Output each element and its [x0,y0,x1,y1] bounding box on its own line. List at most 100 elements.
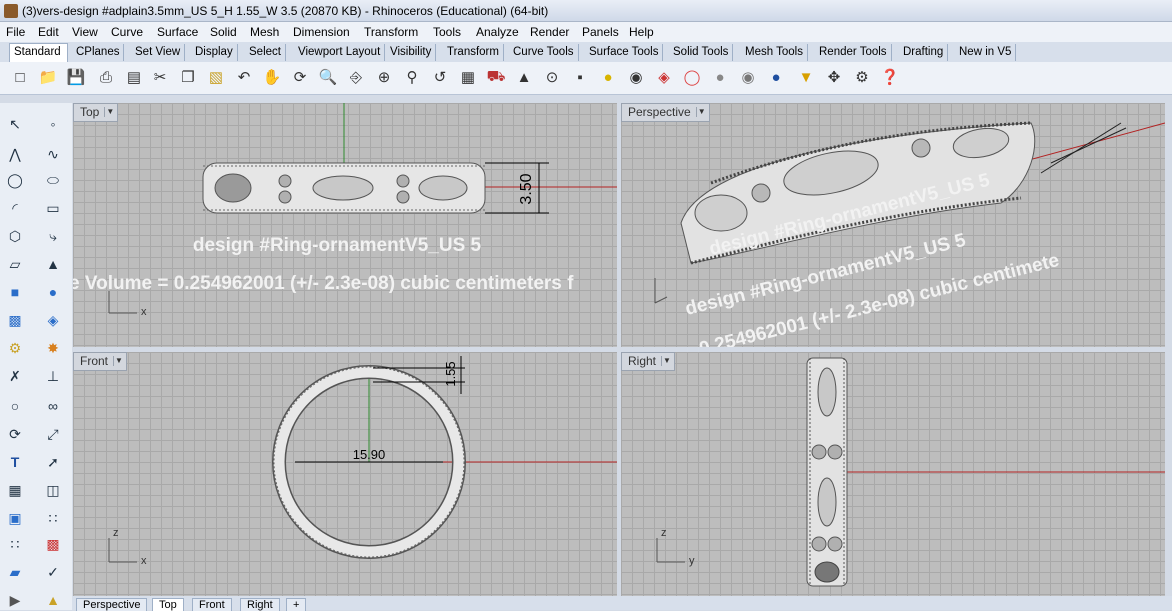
tab-transform[interactable]: Transform [443,44,504,61]
viewport-perspective[interactable]: Perspective ▼ design #Ring-ornamentV5_US … [621,103,1165,347]
zoom-selected-icon[interactable]: ⚲ [402,67,422,87]
menu-tools[interactable]: Tools [433,25,461,39]
mirror-icon[interactable]: ◫ [42,479,64,501]
fillet-curve-icon[interactable]: ⤷ [42,225,64,247]
mesh-plane-icon[interactable]: ◈ [42,309,64,331]
scale-icon[interactable]: ⤢ [42,423,64,445]
properties-icon[interactable]: ▤ [124,67,144,87]
grid-snap-icon[interactable]: ▪ [570,67,590,87]
cplane-icon[interactable]: ▲ [514,67,534,87]
tab-set-view[interactable]: Set View [131,44,186,61]
point-icon[interactable]: ◦ [42,113,64,135]
copy-icon[interactable]: ❐ [178,67,198,87]
paste-format-icon[interactable]: ▶ [4,589,26,611]
boolean-icon[interactable]: ⚙ [4,337,26,359]
tab-new-in-v5[interactable]: New in V5 [955,44,1017,61]
undo-icon[interactable]: ↶ [234,67,254,87]
viewport-top[interactable]: Top ▼ 3.50 design #Ring-ornamentV5_US 5 e… [73,103,617,347]
check-icon[interactable]: ✓ [42,561,64,583]
cut-icon[interactable]: ✂ [150,67,170,87]
viewport-right[interactable]: Right ▼ z y [621,352,1165,596]
viewport-perspective-label[interactable]: Perspective ▼ [621,103,710,122]
render-preview-icon[interactable]: ◉ [738,67,758,87]
surface-corner-icon[interactable]: ▱ [4,253,26,275]
tab-cplanes[interactable]: CPlanes [72,44,125,61]
text-icon[interactable]: T [4,451,26,473]
lock-icon[interactable]: ◉ [626,67,646,87]
open-folder-icon[interactable]: 📁 [38,67,58,87]
add-viewport-tab-button[interactable]: + [286,598,307,611]
tab-curve-tools[interactable]: Curve Tools [509,44,579,61]
osnap-icon[interactable]: ⊙ [542,67,562,87]
move-icon[interactable]: ➚ [42,451,64,473]
menu-mesh[interactable]: Mesh [250,25,279,39]
menu-file[interactable]: File [6,25,25,39]
split-icon[interactable]: ⊥ [42,365,64,387]
grasshopper-icon[interactable]: ⚙ [852,67,872,87]
print-icon[interactable]: ⎙ [96,67,116,87]
ellipse-icon[interactable]: ⬭ [42,169,64,191]
viewport-front[interactable]: Front ▼ 15.90 1.55 z x [73,352,617,596]
extrude-icon[interactable]: ▲ [42,253,64,275]
menu-transform[interactable]: Transform [364,25,418,39]
polygon-icon[interactable]: ⬡ [4,225,26,247]
menu-analyze[interactable]: Analyze [476,25,519,39]
color-wheel-icon[interactable]: ◯ [682,67,702,87]
menu-panels[interactable]: Panels [582,25,619,39]
group-icon[interactable]: ○ [4,395,26,417]
new-file-icon[interactable]: □ [10,67,30,87]
menu-render[interactable]: Render [530,25,569,39]
gumball-icon[interactable]: ✥ [824,67,844,87]
four-view-icon[interactable]: ▦ [458,67,478,87]
undo-view-icon[interactable]: ↺ [430,67,450,87]
tab-mesh-tools[interactable]: Mesh Tools [741,44,808,61]
options-icon[interactable]: ▼ [796,67,816,87]
pyramid-icon[interactable]: ▲ [42,589,64,611]
dimension-icon[interactable]: ∷ [42,507,64,529]
chevron-down-icon[interactable]: ▼ [661,356,672,366]
cylinder-icon[interactable]: ▩ [4,309,26,331]
grid-array-icon[interactable]: ∷ [4,533,26,555]
pan-hand-icon[interactable]: ✋ [262,67,282,87]
zoom-icon[interactable]: 🔍 [318,67,338,87]
chevron-down-icon[interactable]: ▼ [104,107,115,117]
render-sphere-icon[interactable]: ● [766,67,786,87]
viewport-right-label[interactable]: Right ▼ [621,352,676,371]
tab-drafting[interactable]: Drafting [899,44,949,61]
render-icon[interactable]: ▰ [4,561,26,583]
zoom-window-icon[interactable]: ⎆ [346,67,366,87]
trim-icon[interactable]: ✗ [4,365,26,387]
rectangle-icon[interactable]: ▭ [42,197,64,219]
menu-view[interactable]: View [72,25,98,39]
menu-help[interactable]: Help [629,25,654,39]
menu-surface[interactable]: Surface [157,25,198,39]
tab-display[interactable]: Display [191,44,238,61]
layer-icon[interactable]: ◈ [654,67,674,87]
box-icon[interactable]: ■ [4,281,26,303]
viewport-top-label[interactable]: Top ▼ [73,103,119,122]
join-icon[interactable]: ∞ [42,395,64,417]
menu-dimension[interactable]: Dimension [293,25,350,39]
viewport-tab-top[interactable]: Top [152,598,184,611]
array-icon[interactable]: ▦ [4,479,26,501]
arc-icon[interactable]: ◜ [4,197,26,219]
menu-solid[interactable]: Solid [210,25,237,39]
tab-surface-tools[interactable]: Surface Tools [585,44,664,61]
save-icon[interactable]: 💾 [66,67,86,87]
sphere-icon[interactable]: ● [42,281,64,303]
tab-viewport-layout[interactable]: Viewport Layout [294,44,386,61]
help-icon[interactable]: ❓ [880,67,900,87]
zoom-extents-icon[interactable]: ⊕ [374,67,394,87]
polyline-icon[interactable]: ⋀ [4,143,26,165]
circle-icon[interactable]: ◯ [4,169,26,191]
viewport-front-label[interactable]: Front ▼ [73,352,128,371]
solid-box-icon[interactable]: ▣ [4,507,26,529]
tab-visibility[interactable]: Visibility [386,44,437,61]
rotate-view-icon[interactable]: ⟳ [290,67,310,87]
analyze-icon[interactable]: ▩ [42,533,64,555]
tab-standard[interactable]: Standard [9,43,68,62]
menu-edit[interactable]: Edit [38,25,59,39]
named-view-icon[interactable]: ⛟ [486,67,506,87]
chevron-down-icon[interactable]: ▼ [695,107,707,117]
curve-cv-icon[interactable]: ∿ [42,143,64,165]
